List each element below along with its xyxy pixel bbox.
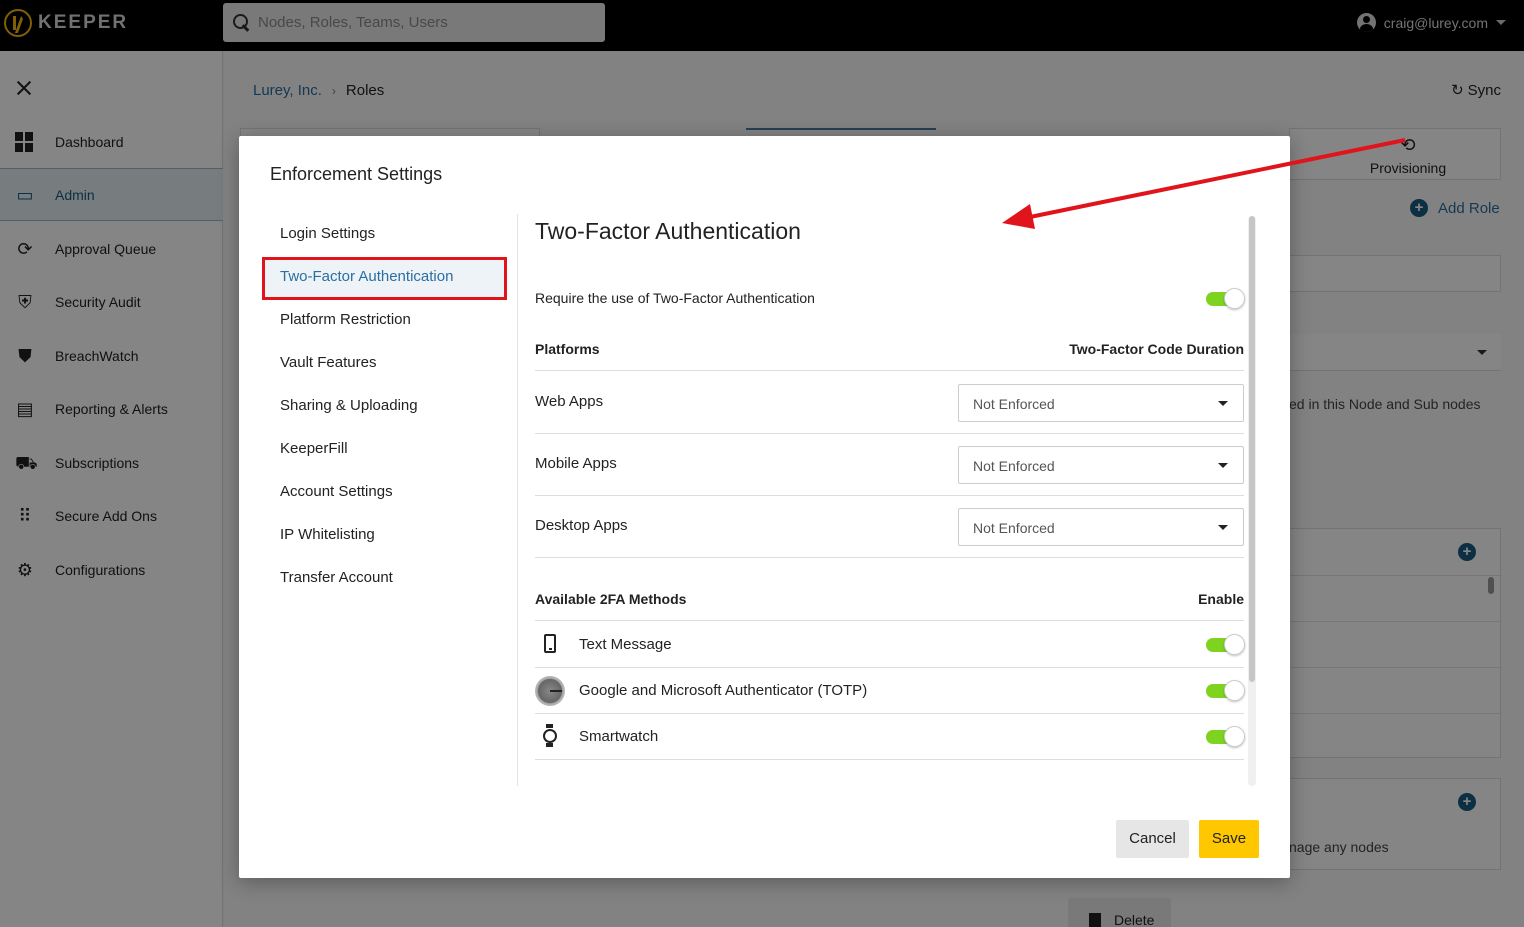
watch-icon — [535, 722, 565, 752]
method-label: Text Message — [579, 636, 672, 653]
smartwatch-toggle[interactable] — [1206, 726, 1245, 747]
modal-divider — [517, 214, 518, 786]
nav-ip-whitelisting[interactable]: IP Whitelisting — [262, 515, 512, 558]
platform-label: Mobile Apps — [535, 455, 617, 472]
platform-row-mobile: Mobile Apps Not Enforced — [535, 434, 1244, 496]
nav-login-settings[interactable]: Login Settings — [262, 214, 512, 257]
nav-sharing-uploading[interactable]: Sharing & Uploading — [262, 386, 512, 429]
enforcement-settings-modal: Enforcement Settings Login Settings Two-… — [239, 136, 1290, 878]
text-message-toggle[interactable] — [1206, 634, 1245, 655]
platforms-column-header: Platforms — [535, 341, 600, 357]
platform-row-web: Web Apps Not Enforced — [535, 372, 1244, 434]
totp-icon — [535, 676, 565, 706]
toggle-knob — [1224, 634, 1245, 655]
platforms-header: Platforms Two-Factor Code Duration — [535, 341, 1244, 371]
web-apps-duration-select[interactable]: Not Enforced — [958, 384, 1244, 422]
platform-row-desktop: Desktop Apps Not Enforced — [535, 496, 1244, 558]
nav-platform-restriction[interactable]: Platform Restriction — [262, 300, 512, 343]
modal-title: Enforcement Settings — [270, 164, 443, 184]
settings-nav: Login Settings Two-Factor Authentication… — [262, 214, 512, 601]
method-row-totp: Google and Microsoft Authenticator (TOTP… — [535, 668, 1245, 714]
cancel-button[interactable]: Cancel — [1116, 820, 1189, 858]
nav-transfer-account[interactable]: Transfer Account — [262, 558, 512, 601]
scrollbar-thumb[interactable] — [1249, 216, 1255, 682]
method-row-smartwatch: Smartwatch — [535, 714, 1245, 760]
methods-column-header: Available 2FA Methods — [535, 591, 687, 607]
duration-column-header: Two-Factor Code Duration — [1069, 341, 1244, 357]
method-row-text-message: Text Message — [535, 622, 1245, 668]
require-2fa-toggle[interactable] — [1206, 288, 1245, 309]
toggle-knob — [1224, 288, 1245, 309]
nav-account-settings[interactable]: Account Settings — [262, 472, 512, 515]
method-label: Google and Microsoft Authenticator (TOTP… — [579, 682, 868, 699]
enable-column-header: Enable — [1198, 591, 1244, 607]
phone-icon — [535, 630, 565, 660]
nav-keeperfill[interactable]: KeeperFill — [262, 429, 512, 472]
totp-toggle[interactable] — [1206, 680, 1245, 701]
section-title: Two-Factor Authentication — [535, 218, 801, 244]
platform-label: Desktop Apps — [535, 517, 628, 534]
toggle-knob — [1224, 726, 1245, 747]
nav-vault-features[interactable]: Vault Features — [262, 343, 512, 386]
select-value: Not Enforced — [973, 458, 1055, 474]
select-value: Not Enforced — [973, 396, 1055, 412]
desktop-apps-duration-select[interactable]: Not Enforced — [958, 508, 1244, 546]
chevron-down-icon — [1218, 463, 1228, 468]
save-button[interactable]: Save — [1199, 820, 1259, 858]
chevron-down-icon — [1218, 525, 1228, 530]
nav-two-factor-authentication[interactable]: Two-Factor Authentication — [262, 257, 507, 300]
require-2fa-label: Require the use of Two-Factor Authentica… — [535, 290, 815, 306]
chevron-down-icon — [1218, 401, 1228, 406]
mobile-apps-duration-select[interactable]: Not Enforced — [958, 446, 1244, 484]
toggle-knob — [1224, 680, 1245, 701]
select-value: Not Enforced — [973, 520, 1055, 536]
platform-label: Web Apps — [535, 393, 604, 410]
methods-header: Available 2FA Methods Enable — [535, 591, 1244, 621]
method-label: Smartwatch — [579, 728, 659, 745]
content-scrollbar[interactable] — [1248, 216, 1256, 786]
